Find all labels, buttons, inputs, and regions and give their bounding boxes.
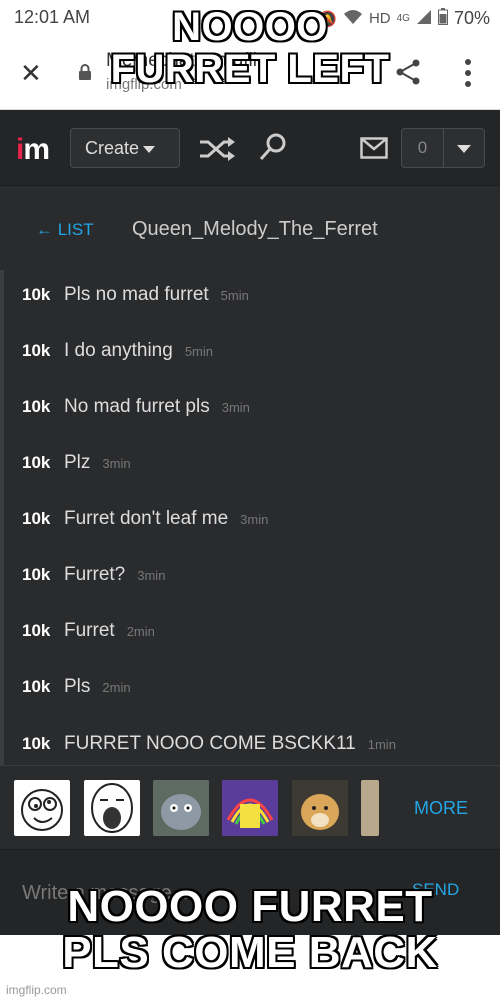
search-icon[interactable] xyxy=(258,132,288,162)
message-row: 10k Furret? 3min xyxy=(22,564,165,594)
more-memes-link[interactable]: MORE xyxy=(414,798,468,819)
tom-cat-meme-thumb[interactable] xyxy=(153,780,209,836)
mail-icon[interactable] xyxy=(360,137,388,159)
more-icon[interactable] xyxy=(458,58,478,88)
notification-dropdown[interactable]: 0 xyxy=(401,128,485,168)
close-icon[interactable]: ✕ xyxy=(20,60,42,86)
meme-picker: MORE xyxy=(0,765,500,849)
chat-username[interactable]: Queen_Melody_The_Ferret xyxy=(132,218,378,241)
message-time: 5min xyxy=(184,344,213,359)
message-text: Furret xyxy=(64,620,115,641)
message-time: 1min xyxy=(367,737,396,752)
imgflip-app: im Create 0 ← LIST Queen_Melody_The_Ferr… xyxy=(0,110,500,936)
message-time: 3min xyxy=(221,400,250,415)
message-text: FURRET NOOO COME BSCKK11 xyxy=(64,733,356,754)
imagination-spongebob-meme-thumb[interactable] xyxy=(222,780,278,836)
message-row: 10k FURRET NOOO COME BSCKK11 1min xyxy=(22,733,396,763)
points-badge: 10k xyxy=(22,565,51,584)
points-badge: 10k xyxy=(22,397,51,416)
lol-guy-meme-thumb[interactable] xyxy=(84,780,140,836)
message-time: 3min xyxy=(240,512,269,527)
create-label: Create xyxy=(85,138,140,158)
derp-meme-thumb[interactable] xyxy=(14,780,70,836)
notification-count: 0 xyxy=(402,129,444,167)
chat-header: ← LIST Queen_Melody_The_Ferret xyxy=(0,186,500,270)
message-text: I do anything xyxy=(64,340,173,361)
points-badge: 10k xyxy=(22,621,51,640)
message-row: 10k Plz 3min xyxy=(22,452,131,482)
message-text: Plz xyxy=(64,452,91,473)
message-row: 10k Furret don't leaf me 3min xyxy=(22,508,268,538)
message-time: 5min xyxy=(220,288,249,303)
signal-icon xyxy=(416,9,432,29)
points-badge: 10k xyxy=(22,285,51,304)
message-time: 2min xyxy=(102,680,131,695)
points-badge: 10k xyxy=(22,509,51,528)
message-row: 10k I do anything 5min xyxy=(22,340,213,370)
message-list[interactable]: 10k Pls no mad furret 5min 10k I do anythin… xyxy=(0,270,500,765)
message-text: Furret don't leaf me xyxy=(64,508,229,529)
screenshot-root: 12:01 AM 🔕 HD 4G 70% ✕ Memechat - Imgfli… xyxy=(0,0,500,1000)
message-text: Pls no mad furret xyxy=(64,284,209,305)
partial-meme-thumb[interactable] xyxy=(361,780,379,836)
message-time: 3min xyxy=(102,456,131,471)
battery-level: 70% xyxy=(453,8,490,28)
chevron-down-icon xyxy=(457,145,471,153)
lock-icon xyxy=(79,64,91,80)
message-row: 10k Pls 2min xyxy=(22,676,131,706)
message-row: 10k Pls no mad furret 5min xyxy=(22,284,249,314)
doge-meme-thumb[interactable] xyxy=(292,780,348,836)
top-nav: im Create 0 xyxy=(0,110,500,186)
message-time: 2min xyxy=(126,624,155,639)
points-badge: 10k xyxy=(22,734,51,753)
imgflip-watermark: imgflip.com xyxy=(6,983,67,997)
message-text: No mad furret pls xyxy=(64,396,210,417)
meme-caption-top: NOOOO FURRET LEFT xyxy=(110,5,390,91)
message-text: Pls xyxy=(64,676,91,697)
create-button[interactable]: Create xyxy=(70,128,180,168)
battery-icon xyxy=(437,8,448,29)
shuffle-icon[interactable] xyxy=(198,136,236,162)
points-badge: 10k xyxy=(22,677,51,696)
message-text: Furret? xyxy=(64,564,126,585)
message-row: 10k No mad furret pls 3min xyxy=(22,396,250,426)
points-badge: 10k xyxy=(22,341,51,360)
message-time: 3min xyxy=(137,568,166,583)
meme-caption-bottom: NOOOO FURRET PLS COME BACK xyxy=(62,882,438,978)
points-badge: 10k xyxy=(22,453,51,472)
imgflip-logo[interactable]: im xyxy=(16,135,50,165)
message-row: 10k Furret 2min xyxy=(22,620,155,650)
status-time: 12:01 AM xyxy=(14,7,91,27)
back-to-list-link[interactable]: ← LIST xyxy=(36,220,94,240)
caret-down-icon xyxy=(143,145,156,153)
